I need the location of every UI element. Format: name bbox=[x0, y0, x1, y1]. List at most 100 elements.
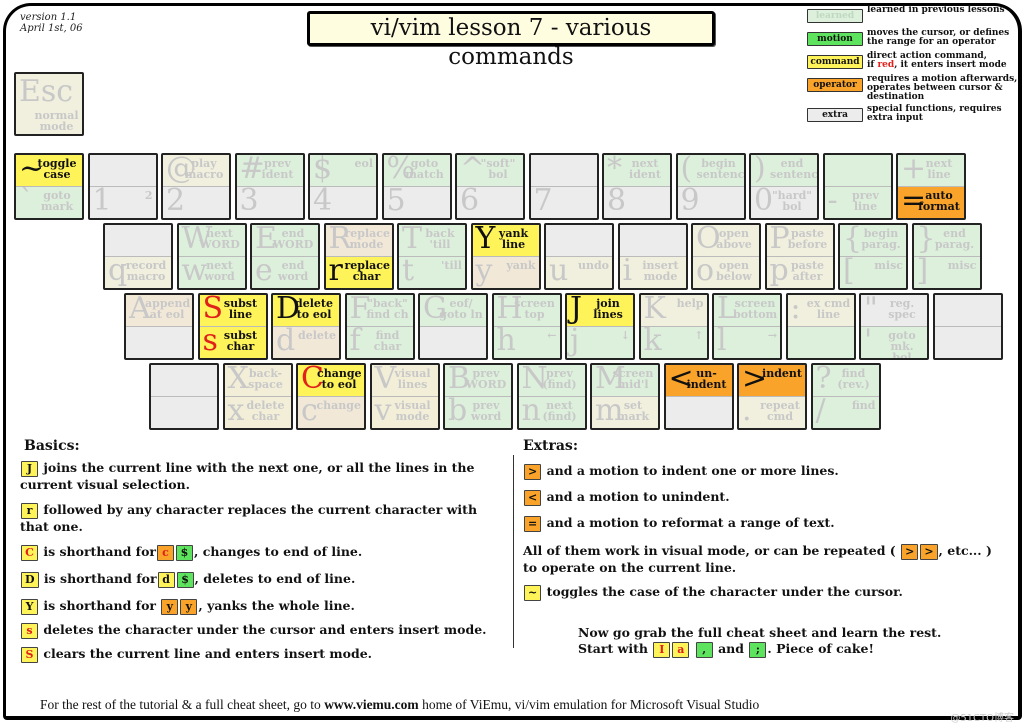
key-X[interactable]: Xback- space x delete char bbox=[222, 363, 293, 430]
key-L[interactable]: Lscreen bottom l → bbox=[712, 293, 782, 360]
key-bot-half: 9 bbox=[677, 186, 744, 218]
key-top-half: Geof/ goto ln bbox=[420, 295, 486, 327]
key-top-half bbox=[105, 225, 171, 257]
key-bot-half: ` goto mark bbox=[16, 186, 82, 218]
key-c43[interactable]: + next line = auto format bbox=[896, 153, 966, 220]
key-c60[interactable]: < un- indent bbox=[663, 363, 734, 430]
outro-and: and bbox=[718, 641, 744, 656]
key-c126[interactable]: ~ toggle case ` goto mark bbox=[14, 153, 84, 220]
key-label: set mark bbox=[616, 398, 650, 423]
key-top-half: Mscreen mid'l bbox=[592, 365, 658, 397]
key-top-half: # prev ident bbox=[236, 155, 303, 187]
key-label: un- indent bbox=[686, 367, 727, 391]
key-c58[interactable]: : ex cmd line bbox=[785, 293, 856, 360]
basics-pre-Y: is shorthand for bbox=[43, 598, 156, 613]
key-E[interactable]: Eend WORD e end word bbox=[250, 223, 320, 290]
extras-heading: Extras: bbox=[523, 438, 578, 454]
key-blank[interactable] bbox=[932, 293, 1003, 360]
key-S[interactable]: Ssubst line s subst char bbox=[197, 293, 268, 360]
key-1[interactable]: 12 bbox=[87, 153, 158, 220]
key-G[interactable]: Geof/ goto ln bbox=[418, 293, 488, 360]
key-H[interactable]: Hscreen top h ← bbox=[491, 293, 562, 360]
key-c35[interactable]: # prev ident 3 bbox=[234, 153, 305, 220]
legend-text-learned: learned in previous lessons bbox=[867, 5, 1005, 15]
key-label: delete bbox=[298, 328, 336, 342]
key-bot-half: / find bbox=[812, 396, 879, 428]
key-label: next WORD bbox=[199, 227, 240, 251]
key-chip-dollar: $ bbox=[176, 571, 194, 588]
key-Y[interactable]: Yyank line y yank bbox=[470, 223, 541, 290]
legend-text-motion: moves the cursor, or defines the range f… bbox=[867, 28, 1010, 47]
legend-motion: motion moves the cursor, or defines the … bbox=[805, 29, 1020, 52]
key-T[interactable]: Tback 'till t 'till bbox=[397, 223, 467, 290]
key-bot-half: . repeat cmd bbox=[739, 396, 805, 428]
key-chip-D: D bbox=[21, 571, 39, 588]
key-glyph: 8 bbox=[607, 186, 627, 218]
key-c62[interactable]: > indent. repeat cmd bbox=[737, 363, 807, 430]
key-c45[interactable]: - prev line bbox=[822, 153, 893, 220]
key-c41[interactable]: )end sentence0"hard" bol bbox=[749, 153, 819, 220]
basics-item-C: C is shorthand for c $, changes to end of … bbox=[20, 544, 362, 561]
key-c94[interactable]: ^ "soft" bol 6 bbox=[455, 153, 525, 220]
key-c42[interactable]: * next ident 8 bbox=[602, 153, 672, 220]
key-bot-half: [misc bbox=[840, 256, 906, 288]
key-label: find char bbox=[373, 328, 402, 353]
key-c37[interactable]: % goto match 5 bbox=[381, 153, 452, 220]
key-glyph: : bbox=[790, 295, 801, 326]
key-bot-half: u undo bbox=[546, 256, 612, 288]
key-J[interactable]: Jjoin lines j ↓ bbox=[565, 293, 635, 360]
key-c63[interactable]: ? find (rev.) / find bbox=[810, 363, 881, 430]
key-F[interactable]: F "back" find ch f find char bbox=[344, 293, 415, 360]
key-bot-half bbox=[126, 326, 192, 358]
key-bot-half: ] misc bbox=[913, 256, 980, 288]
key-N[interactable]: Nprev (find) n next (find) bbox=[516, 363, 587, 430]
key-M[interactable]: Mscreen mid'l m set mark bbox=[590, 363, 660, 430]
key-c123[interactable]: {begin parag.[misc bbox=[838, 223, 908, 290]
key-c34[interactable]: " reg. spec ' goto mk. bol bbox=[859, 293, 929, 360]
basics-heading: Basics: bbox=[24, 438, 80, 454]
key-c40[interactable]: (begin sentence9 bbox=[675, 153, 746, 220]
key-c125[interactable]: } end parag.] misc bbox=[911, 223, 982, 290]
key-C[interactable]: Cchange to eol c change bbox=[296, 363, 366, 430]
key-blank[interactable] bbox=[149, 363, 219, 430]
key-i[interactable]: i insert mode bbox=[617, 223, 688, 290]
key-c36[interactable]: $ eol 4 bbox=[308, 153, 378, 220]
key-top-half: $ eol bbox=[310, 155, 376, 187]
key-W[interactable]: Wnext WORD w next word bbox=[176, 223, 247, 290]
footer-link[interactable]: www.viemu.com bbox=[324, 697, 419, 712]
key-V[interactable]: Vvisual lines v visual mode bbox=[369, 363, 440, 430]
key-O[interactable]: Oopen above o open below bbox=[691, 223, 761, 290]
key-glyph: J bbox=[570, 295, 583, 326]
key-chip-eq: = bbox=[524, 515, 542, 532]
key-bot-half: e end word bbox=[252, 256, 318, 288]
key-glyph: k bbox=[643, 326, 662, 358]
key-top-half: : ex cmd line bbox=[787, 295, 854, 327]
key-q[interactable]: q record macro bbox=[103, 223, 173, 290]
key-chip-gt: > bbox=[920, 543, 938, 560]
key-A[interactable]: Aappend at eol bbox=[124, 293, 194, 360]
key-K[interactable]: Khelp k ↑ bbox=[638, 293, 709, 360]
key-bot-half: o open below bbox=[693, 256, 759, 288]
key-glyph: 7 bbox=[533, 186, 553, 218]
key-glyph: r bbox=[328, 256, 343, 288]
key-label: end parag. bbox=[934, 227, 975, 251]
key-chip-lt: < bbox=[524, 489, 542, 506]
extras-item-indent: > and a motion to indent one or more lin… bbox=[523, 463, 839, 480]
key-R[interactable]: Rreplace mode r replace char bbox=[323, 223, 394, 290]
key-bot-half bbox=[787, 326, 854, 358]
key-u[interactable]: u undo bbox=[544, 223, 614, 290]
key-D[interactable]: Ddelete to eol d delete bbox=[271, 293, 341, 360]
key-label: visual lines bbox=[394, 367, 431, 391]
basics-pre-C: is shorthand for bbox=[43, 544, 156, 559]
key-label: next (find) bbox=[542, 398, 577, 423]
basics-item-D: D is shorthand for d $, deletes to end of … bbox=[20, 571, 355, 588]
legend-text-extra: special functions, requires extra input bbox=[867, 104, 1002, 123]
key-c64[interactable]: @ play macro 2 bbox=[161, 153, 231, 220]
key-P[interactable]: Ppaste before p paste after bbox=[764, 223, 835, 290]
key-7[interactable]: 7 bbox=[528, 153, 599, 220]
key-chip-tilde: ~ bbox=[524, 584, 542, 601]
key-bot-half: s subst char bbox=[199, 326, 266, 358]
key-esc-glyph: Esc bbox=[19, 74, 74, 109]
key-B[interactable]: Bprev WORD b prev word bbox=[443, 363, 513, 430]
key-esc[interactable]: Esc normal mode bbox=[14, 72, 84, 136]
